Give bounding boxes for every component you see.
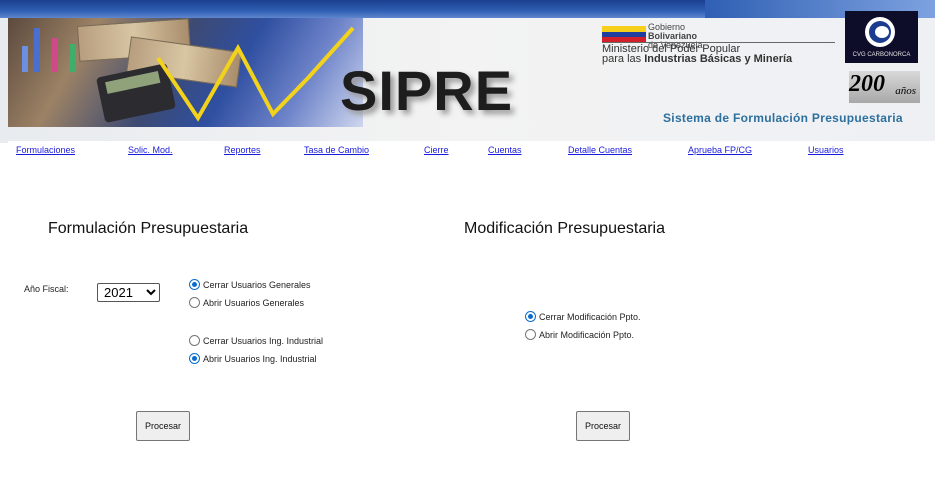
radio-abrir-modificacion[interactable]: Abrir Modificación Ppto.	[525, 329, 634, 340]
radio-cerrar-usuarios-generales[interactable]: Cerrar Usuarios Generales	[189, 279, 311, 290]
nav-link-usuarios[interactable]: Usuarios	[808, 145, 844, 155]
header-banner-image	[8, 18, 363, 127]
chart-decoration	[22, 26, 355, 122]
radio-label: Cerrar Usuarios Ing. Industrial	[203, 335, 324, 346]
nav-link-detalle-cuentas[interactable]: Detalle Cuentas	[568, 145, 632, 155]
radio-cerrar-modificacion[interactable]: Cerrar Modificación Ppto.	[525, 311, 641, 322]
ministry-line-2-bold: Industrias Básicas y Minería	[644, 53, 793, 65]
nav-link-formulaciones[interactable]: Formulaciones	[16, 145, 75, 155]
anniversary-badge: 200 años	[849, 71, 920, 103]
modificacion-title: Modificación Presupuestaria	[464, 220, 665, 237]
venezuela-flag-icon	[602, 26, 646, 42]
radio-button[interactable]	[189, 353, 200, 364]
radio-label: Abrir Usuarios Ing. Industrial	[203, 353, 317, 364]
radio-button[interactable]	[189, 279, 200, 290]
nav-link-cierre[interactable]: Cierre	[424, 145, 449, 155]
radio-cerrar-usuarios-ing-industrial[interactable]: Cerrar Usuarios Ing. Industrial	[189, 335, 323, 346]
procesar-formulacion-button[interactable]: Procesar	[136, 411, 190, 441]
cvg-logo-text: CVG CARBONORCA	[852, 52, 911, 58]
system-title: Sistema de Formulación Presupuestaria	[663, 111, 903, 125]
formulacion-title: Formulación Presupuestaria	[48, 220, 249, 237]
radio-label: Abrir Usuarios Generales	[203, 297, 305, 308]
nav-link-reportes[interactable]: Reportes	[224, 145, 261, 155]
cvg-logo: CVG CARBONORCA	[845, 11, 918, 63]
radio-button[interactable]	[525, 329, 536, 340]
app-logo-text: SIPRE	[340, 59, 514, 122]
radio-abrir-usuarios-ing-industrial[interactable]: Abrir Usuarios Ing. Industrial	[189, 353, 317, 364]
radio-button[interactable]	[525, 311, 536, 322]
anniversary-word: años	[895, 85, 916, 97]
nav-link-cuentas[interactable]: Cuentas	[488, 145, 522, 155]
nav-link-solic-mod[interactable]: Solic. Mod.	[128, 145, 173, 155]
year-label: Año Fiscal:	[24, 284, 69, 294]
radio-label: Cerrar Usuarios Generales	[203, 279, 311, 290]
nav-link-aprueba[interactable]: Aprueba FP/CG	[688, 145, 752, 155]
radio-label: Abrir Modificación Ppto.	[539, 329, 635, 340]
ministry-label: Ministerio del Poder Popular para las In…	[602, 44, 793, 65]
year-select[interactable]: 2021	[97, 283, 160, 302]
radio-label: Cerrar Modificación Ppto.	[539, 311, 641, 322]
nav-link-tasa-cambio[interactable]: Tasa de Cambio	[304, 145, 369, 155]
ministry-line-2-prefix: para las	[602, 53, 642, 65]
anniversary-number: 200	[849, 71, 885, 97]
radio-button[interactable]	[189, 335, 200, 346]
procesar-modificacion-button[interactable]: Procesar	[576, 411, 630, 441]
radio-button[interactable]	[189, 297, 200, 308]
radio-abrir-usuarios-generales[interactable]: Abrir Usuarios Generales	[189, 297, 304, 308]
